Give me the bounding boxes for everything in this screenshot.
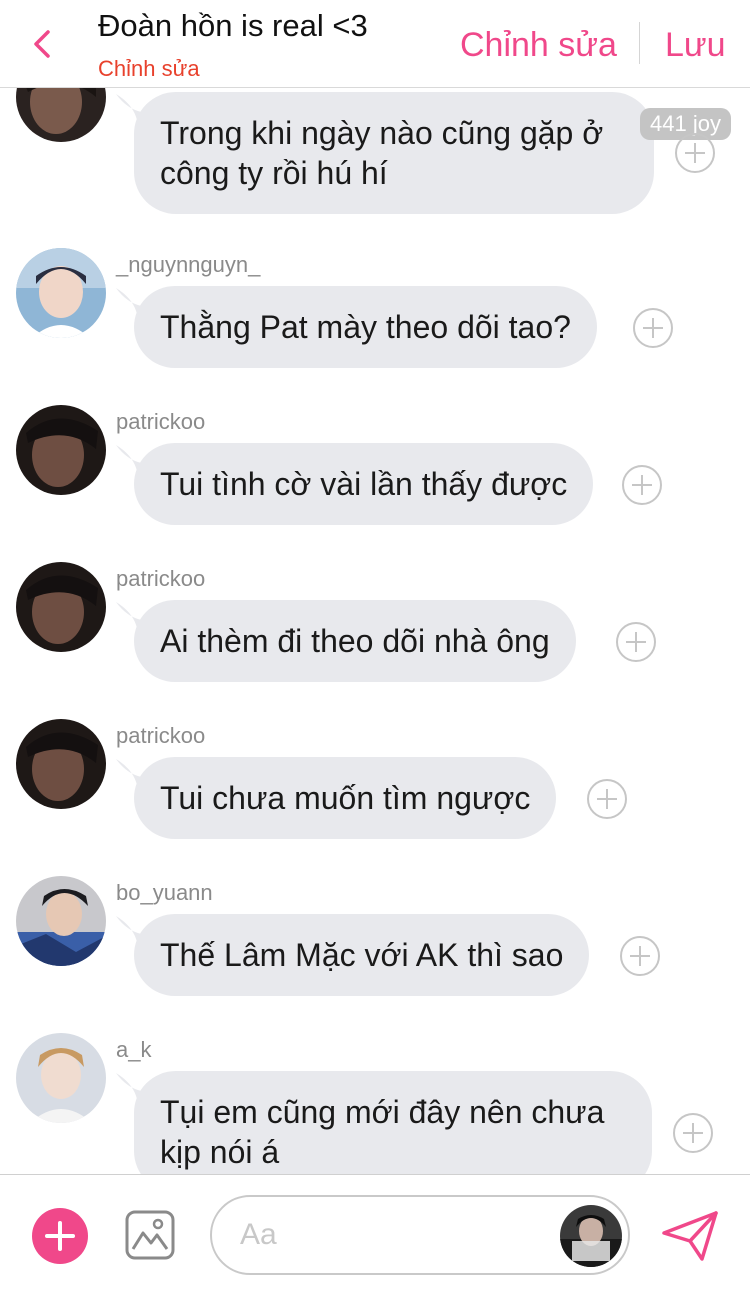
message-username[interactable]: patrickoo [116, 723, 205, 749]
message-bubble[interactable]: Thằng Pat mày theo dõi tao? [134, 286, 597, 368]
avatar[interactable] [16, 248, 106, 338]
message-item: patrickoo Ai thèm đi theo dõi nhà ông [0, 562, 750, 692]
message-text-line: Tui chưa muốn tìm ngược [160, 780, 531, 816]
message-bubble[interactable]: Ai thèm đi theo dõi nhà ông [134, 600, 576, 682]
back-button[interactable] [22, 20, 66, 68]
image-icon [125, 1210, 175, 1260]
plus-icon [45, 1221, 75, 1251]
send-button[interactable] [660, 1209, 720, 1263]
message-bubble[interactable]: Tui tình cờ vài lần thấy được [134, 443, 594, 525]
chat-header: Đoàn hồn is real <3 Chỉnh sửa Chỉnh sửa … [0, 0, 750, 88]
avatar[interactable] [16, 1033, 106, 1123]
message-list[interactable]: Trong khi ngày nào cũng gặp ở công ty rồ… [0, 88, 750, 1174]
message-item: bo_yuann Thế Lâm Mặc với AK thì sao [0, 876, 750, 1006]
message-text-line: kịp nói á [160, 1134, 280, 1170]
message-item: a_k Tụi em cũng mới đây nên chưa kịp nói… [0, 1033, 750, 1174]
message-text-line: công ty rồi hú hí [160, 155, 388, 191]
add-reaction-button[interactable] [619, 935, 661, 977]
add-reaction-button[interactable] [672, 1112, 714, 1154]
message-text-line: Thằng Pat mày theo dõi tao? [160, 309, 571, 345]
message-input[interactable] [240, 1215, 540, 1255]
save-button[interactable]: Lưu [665, 26, 726, 65]
avatar[interactable] [16, 405, 106, 495]
message-bubble[interactable]: Tui chưa muốn tìm ngược [134, 757, 557, 839]
message-text-line: Tui tình cờ vài lần thấy được [160, 466, 568, 502]
chat-title: Đoàn hồn is real <3 [98, 8, 368, 43]
message-username[interactable]: _nguynnguyn_ [116, 252, 260, 278]
header-divider [639, 22, 640, 64]
edit-button[interactable]: Chỉnh sửa [460, 26, 617, 65]
send-icon [662, 1211, 718, 1261]
avatar[interactable] [16, 562, 106, 652]
add-reaction-button[interactable] [615, 621, 657, 663]
avatar[interactable] [16, 876, 106, 966]
message-bubble[interactable]: Tụi em cũng mới đây nên chưa kịp nói á [134, 1071, 652, 1174]
avatar[interactable] [16, 719, 106, 809]
message-text-line: Ai thèm đi theo dõi nhà ông [160, 623, 550, 659]
message-bubble[interactable]: Trong khi ngày nào cũng gặp ở công ty rồ… [134, 92, 654, 214]
message-text-line: Thế Lâm Mặc với AK thì sao [160, 937, 564, 973]
image-button[interactable] [124, 1209, 176, 1261]
message-bubble[interactable]: Thế Lâm Mặc với AK thì sao [134, 914, 590, 996]
message-item: patrickoo Tui tình cờ vài lần thấy được [0, 405, 750, 535]
chevron-left-icon [34, 30, 50, 58]
chat-subtitle-edit[interactable]: Chỉnh sửa [98, 56, 200, 82]
add-button[interactable] [32, 1208, 88, 1264]
message-item: Trong khi ngày nào cũng gặp ở công ty rồ… [0, 88, 750, 225]
composer-bar [0, 1174, 750, 1294]
add-reaction-button[interactable] [632, 307, 674, 349]
message-username[interactable]: patrickoo [116, 566, 205, 592]
add-reaction-button[interactable] [621, 464, 663, 506]
add-reaction-button[interactable] [674, 132, 716, 174]
message-text-line: Tụi em cũng mới đây nên chưa [160, 1094, 605, 1130]
avatar[interactable] [16, 88, 106, 142]
message-username[interactable]: bo_yuann [116, 880, 213, 906]
message-item: _nguynnguyn_ Thằng Pat mày theo dõi tao? [0, 248, 750, 378]
message-username[interactable]: patrickoo [116, 409, 205, 435]
message-text-line: Trong khi ngày nào cũng gặp ở [160, 115, 604, 151]
add-reaction-button[interactable] [586, 778, 628, 820]
message-username[interactable]: a_k [116, 1037, 151, 1063]
message-input-wrapper[interactable] [210, 1195, 630, 1275]
message-item: patrickoo Tui chưa muốn tìm ngược [0, 719, 750, 849]
character-avatar[interactable] [560, 1205, 622, 1267]
